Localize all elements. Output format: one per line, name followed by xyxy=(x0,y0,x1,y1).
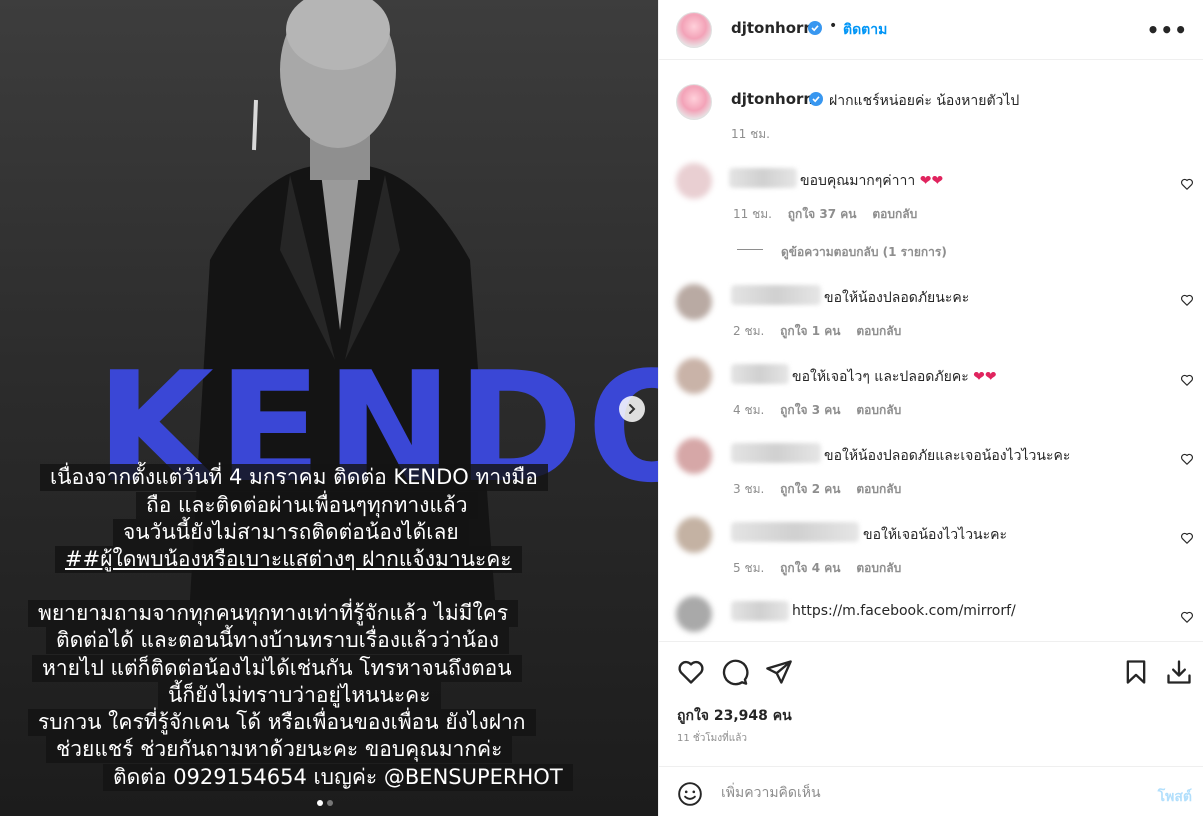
story-text-line: ถือ และติดต่อผ่านเพื่อนๆทุกทางแล้ว xyxy=(136,492,478,519)
commenter-username[interactable] xyxy=(731,601,789,621)
emoji-smiley-icon[interactable] xyxy=(677,781,703,807)
comment-text: ขอให้น้องปลอดภัยและเจอน้องไวไวนะคะ xyxy=(824,448,1071,464)
caption-username[interactable]: djtonhorm xyxy=(731,90,819,108)
carousel-indicator xyxy=(317,800,333,806)
commenter-username[interactable] xyxy=(731,285,821,305)
comment-meta: 5 ชม. ถูกใจ 4 คน ตอบกลับ xyxy=(733,559,901,578)
caption-time: 11 ชม. xyxy=(731,127,770,141)
carousel-dot-active xyxy=(317,800,323,806)
post-timestamp: 11 ชั่วโมงที่แล้ว xyxy=(677,733,747,744)
post-header: djtonhorm • ติดตาม ••• xyxy=(659,0,1203,60)
post-comment-button[interactable]: โพสต์ xyxy=(1158,786,1192,808)
likes-count[interactable]: ถูกใจ 23,948 คน xyxy=(677,705,792,727)
comment-link[interactable]: https://m.facebook.com/mirrorf/ xyxy=(792,603,1016,619)
download-icon[interactable] xyxy=(1165,658,1193,686)
comment-text: ขอให้เจอไวๆ และปลอดภัยคะ ❤❤ xyxy=(792,366,997,388)
like-comment-heart-icon[interactable] xyxy=(1180,293,1194,307)
commenter-avatar[interactable] xyxy=(676,163,712,199)
comment-likes-count[interactable]: ถูกใจ 1 คน xyxy=(780,324,840,338)
carousel-dot xyxy=(327,800,333,806)
commenter-avatar[interactable] xyxy=(676,438,712,474)
heart-emoji-icon: ❤❤ xyxy=(973,369,997,385)
chevron-right-icon xyxy=(629,404,636,414)
post-media: KENDO เนื่องจากตั้งแต่วันที่ 4 มกราคม ติ… xyxy=(0,0,658,816)
comment-time: 4 ชม. xyxy=(733,403,765,417)
comment-time: 5 ชม. xyxy=(733,561,765,575)
comment-input[interactable] xyxy=(721,781,1121,805)
header-username[interactable]: djtonhorm xyxy=(731,19,819,37)
next-slide-button[interactable] xyxy=(619,396,645,422)
reply-button[interactable]: ตอบกลับ xyxy=(856,403,901,417)
commenter-avatar[interactable] xyxy=(676,358,712,394)
like-comment-heart-icon[interactable] xyxy=(1180,177,1194,191)
like-comment-heart-icon[interactable] xyxy=(1180,452,1194,466)
comment-meta: 4 ชม. ถูกใจ 3 คน ตอบกลับ xyxy=(733,401,901,420)
comment-text: ขอให้น้องปลอดภัยนะคะ xyxy=(824,290,970,306)
like-heart-icon[interactable] xyxy=(677,658,705,686)
comment-likes-count[interactable]: ถูกใจ 4 คน xyxy=(780,561,840,575)
story-text-line: ##ผู้ใดพบน้องหรือเบาะแสต่างๆ ฝากแจ้งมานะ… xyxy=(55,546,522,573)
share-paper-plane-icon[interactable] xyxy=(765,658,793,686)
commenter-username[interactable] xyxy=(731,364,789,384)
verified-badge-icon xyxy=(808,21,822,35)
commenter-username[interactable] xyxy=(731,522,859,542)
comment-text: ขอให้เจอน้องไวไวนะคะ xyxy=(863,527,1008,543)
heart-emoji-icon: ❤❤ xyxy=(919,173,944,189)
commenter-username[interactable] xyxy=(731,443,821,463)
story-text-line: เนื่องจากตั้งแต่วันที่ 4 มกราคม ติดต่อ K… xyxy=(40,464,548,491)
verified-badge-icon xyxy=(809,92,823,106)
comment-text-body: ขอให้เจอไวๆ และปลอดภัยคะ xyxy=(792,369,969,385)
add-comment-bar: โพสต์ xyxy=(659,766,1203,816)
caption-avatar[interactable] xyxy=(676,84,712,120)
reply-button[interactable]: ตอบกลับ xyxy=(856,324,901,338)
header-separator: • xyxy=(829,18,838,34)
comment-text: ขอบคุณมากๆค่าาา ❤❤ xyxy=(800,170,943,192)
reply-button[interactable]: ตอบกลับ xyxy=(856,561,901,575)
replies-divider-line xyxy=(737,249,763,250)
story-text-line: นี้ก็ยังไม่ทราบว่าอยู่ไหนนะคะ xyxy=(158,682,441,709)
commenter-avatar[interactable] xyxy=(676,284,712,320)
commenter-avatar[interactable] xyxy=(676,596,712,632)
story-text-line: ช่วยแชร์ ช่วยกันถามหาด้วยนะคะ ขอบคุณมากค… xyxy=(46,736,513,763)
comment-time: 3 ชม. xyxy=(733,482,765,496)
story-text-line: จนวันนี้ยังไม่สามารถติดต่อน้องได้เลย xyxy=(113,519,469,546)
story-text-line: หายไป แต่ก็ติดต่อน้องไม่ได้เช่นกัน โทรหา… xyxy=(32,655,522,682)
comment-meta: 11 ชม. ถูกใจ 37 คน ตอบกลับ xyxy=(733,205,917,224)
post-details-panel: djtonhorm • ติดตาม ••• djtonhorm ฝากแชร์… xyxy=(658,0,1203,816)
comment-time: 11 ชม. xyxy=(733,207,772,221)
comment-meta: 2 ชม. ถูกใจ 1 คน ตอบกลับ xyxy=(733,322,901,341)
caption-text: ฝากแชร์หน่อยค่ะ น้องหายตัวไป xyxy=(829,93,1020,109)
comment-text-body: ขอบคุณมากๆค่าาา xyxy=(800,173,916,189)
comment-bubble-icon[interactable] xyxy=(721,658,749,686)
like-comment-heart-icon[interactable] xyxy=(1180,531,1194,545)
comment-likes-count[interactable]: ถูกใจ 3 คน xyxy=(780,403,840,417)
comment-time: 2 ชม. xyxy=(733,324,765,338)
actions-divider xyxy=(659,641,1203,642)
like-comment-heart-icon[interactable] xyxy=(1180,610,1194,624)
save-bookmark-icon[interactable] xyxy=(1122,658,1150,686)
story-text-line: ติดต่อ 0929154654 เบญค่ะ @BENSUPERHOT xyxy=(103,764,573,791)
view-replies-button[interactable]: ดูข้อความตอบกลับ (1 รายการ) xyxy=(781,243,947,262)
commenter-username[interactable] xyxy=(729,168,797,188)
comment-likes-count[interactable]: ถูกใจ 37 คน xyxy=(788,207,857,221)
like-comment-heart-icon[interactable] xyxy=(1180,373,1194,387)
reply-button[interactable]: ตอบกลับ xyxy=(872,207,917,221)
story-text-line: รบกวน ใครที่รู้จักเคน โด้ หรือเพื่อนของเ… xyxy=(28,709,536,736)
follow-button[interactable]: ติดตาม xyxy=(843,19,887,41)
comment-likes-count[interactable]: ถูกใจ 2 คน xyxy=(780,482,840,496)
avatar[interactable] xyxy=(676,12,712,48)
comment-meta: 3 ชม. ถูกใจ 2 คน ตอบกลับ xyxy=(733,480,901,499)
story-text-line: พยายามถามจากทุกคนทุกทางเท่าที่รู้จักแล้ว… xyxy=(28,600,519,627)
more-options-button[interactable]: ••• xyxy=(1147,18,1188,42)
story-text-line: ติดต่อได้ และตอนนี้ทางบ้านทราบเรื่องแล้ว… xyxy=(46,627,509,654)
reply-button[interactable]: ตอบกลับ xyxy=(856,482,901,496)
commenter-avatar[interactable] xyxy=(676,517,712,553)
